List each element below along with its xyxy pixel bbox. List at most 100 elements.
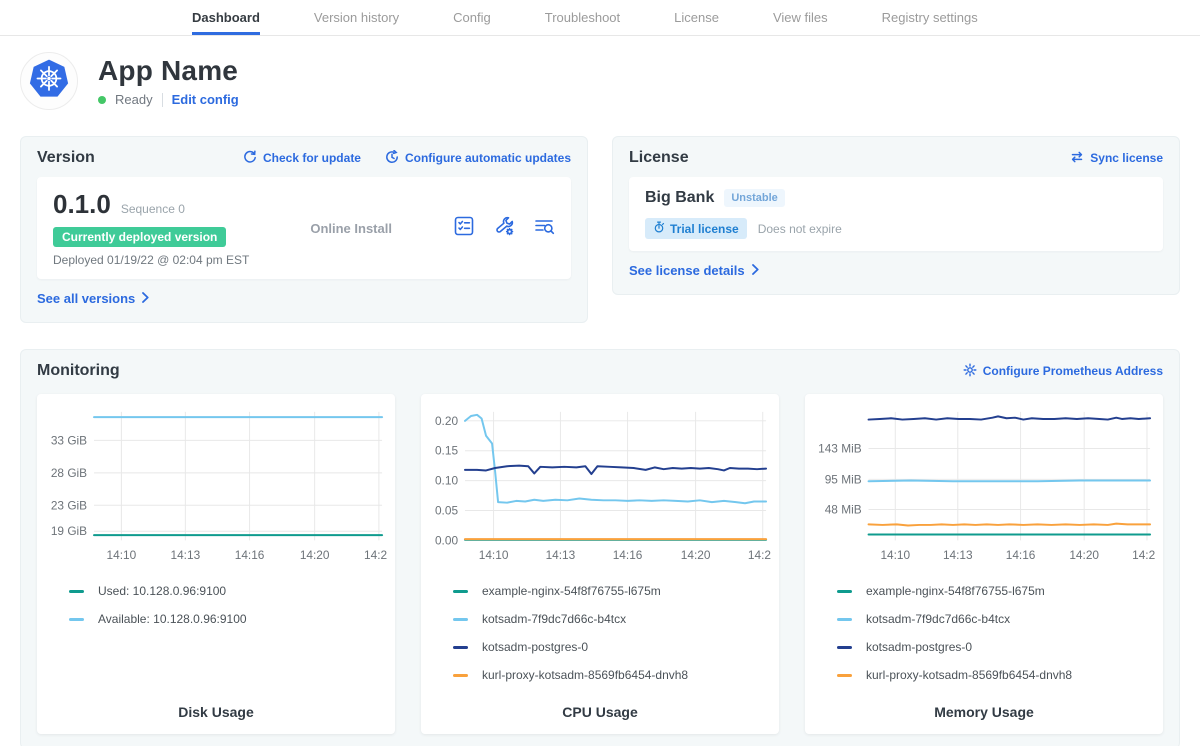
svg-text:95 MiB: 95 MiB bbox=[825, 472, 862, 486]
svg-text:14:20: 14:20 bbox=[300, 548, 330, 562]
tab-version-history[interactable]: Version history bbox=[314, 0, 399, 35]
sync-license-label: Sync license bbox=[1090, 151, 1163, 165]
svg-text:33 GiB: 33 GiB bbox=[51, 433, 87, 447]
expiration-text: Does not expire bbox=[758, 222, 842, 236]
tab-view-files[interactable]: View files bbox=[773, 0, 828, 35]
disk-usage-plot: 14:1014:1314:1614:2014:2333 GiB28 GiB23 … bbox=[45, 402, 387, 567]
sequence-label: Sequence 0 bbox=[121, 202, 185, 216]
refresh-icon bbox=[243, 150, 257, 167]
view-logs-icon[interactable] bbox=[533, 215, 555, 242]
svg-text:14:10: 14:10 bbox=[479, 548, 509, 562]
top-nav: Dashboard Version history Config Trouble… bbox=[0, 0, 1200, 36]
svg-text:0.00: 0.00 bbox=[435, 533, 458, 547]
svg-text:14:16: 14:16 bbox=[235, 548, 265, 562]
app-header: App Name Ready Edit config bbox=[20, 52, 1180, 110]
trial-license-badge: Trial license bbox=[645, 218, 747, 239]
app-logo bbox=[20, 52, 78, 110]
version-card-title: Version bbox=[37, 149, 95, 167]
deployed-timestamp: Deployed 01/19/22 @ 02:04 pm EST bbox=[53, 253, 249, 267]
memory-usage-legend: example-nginx-54f8f76755-l675m kotsadm-7f… bbox=[813, 577, 1155, 689]
divider bbox=[162, 93, 163, 107]
edit-config-link[interactable]: Edit config bbox=[172, 92, 239, 107]
disk-chart-svg: 14:1014:1314:1614:2014:2333 GiB28 GiB23 … bbox=[45, 402, 387, 567]
deployed-badge: Currently deployed version bbox=[53, 227, 226, 247]
status-text: Ready bbox=[115, 92, 153, 107]
legend-label: example-nginx-54f8f76755-l675m bbox=[866, 584, 1045, 598]
see-license-details-link[interactable]: See license details bbox=[629, 263, 759, 278]
configure-prometheus-label: Configure Prometheus Address bbox=[983, 364, 1163, 378]
stopwatch-icon bbox=[653, 221, 665, 236]
license-card-title: License bbox=[629, 149, 689, 167]
sync-license-link[interactable]: Sync license bbox=[1070, 150, 1163, 167]
legend-swatch bbox=[837, 646, 852, 649]
legend-item: Available: 10.128.0.96:9100 bbox=[69, 605, 387, 633]
legend-label: kurl-proxy-kotsadm-8569fb6454-dnvh8 bbox=[866, 668, 1072, 682]
svg-text:14:13: 14:13 bbox=[546, 548, 576, 562]
svg-text:143 MiB: 143 MiB bbox=[818, 441, 862, 455]
legend-label: Available: 10.128.0.96:9100 bbox=[98, 612, 247, 626]
legend-swatch bbox=[69, 618, 84, 621]
chevron-right-icon bbox=[752, 263, 759, 278]
cpu-usage-chart-card: 14:1014:1314:1614:2014:230.200.150.100.0… bbox=[421, 394, 779, 734]
tab-license[interactable]: License bbox=[674, 0, 719, 35]
page-title: App Name bbox=[98, 55, 239, 87]
legend-item: kurl-proxy-kotsadm-8569fb6454-dnvh8 bbox=[453, 661, 771, 689]
legend-item: kotsadm-postgres-0 bbox=[453, 633, 771, 661]
legend-label: kotsadm-7f9dc7d66c-b4tcx bbox=[482, 612, 626, 626]
customer-name: Big Bank bbox=[645, 189, 714, 207]
tab-troubleshoot[interactable]: Troubleshoot bbox=[545, 0, 620, 35]
version-card: Version Check for update bbox=[20, 136, 588, 323]
license-card: License Sync license Big Bank Unstable bbox=[612, 136, 1180, 295]
preflight-checklist-icon[interactable] bbox=[453, 215, 475, 242]
legend-item: example-nginx-54f8f76755-l675m bbox=[453, 577, 771, 605]
see-license-details-label: See license details bbox=[629, 263, 745, 278]
memory-chart-svg: 14:1014:1314:1614:2014:23143 MiB95 MiB48… bbox=[813, 402, 1155, 567]
see-all-versions-link[interactable]: See all versions bbox=[37, 291, 149, 306]
legend-swatch bbox=[453, 590, 468, 593]
chevron-right-icon bbox=[142, 291, 149, 306]
legend-item: kotsadm-7f9dc7d66c-b4tcx bbox=[837, 605, 1155, 633]
legend-label: kotsadm-postgres-0 bbox=[866, 640, 972, 654]
svg-text:0.05: 0.05 bbox=[435, 503, 458, 517]
current-version-box: 0.1.0 Sequence 0 Currently deployed vers… bbox=[37, 177, 571, 279]
configure-prometheus-link[interactable]: Configure Prometheus Address bbox=[963, 363, 1163, 380]
cpu-usage-plot: 14:1014:1314:1614:2014:230.200.150.100.0… bbox=[429, 402, 771, 567]
check-for-update-label: Check for update bbox=[263, 151, 361, 165]
check-for-update-link[interactable]: Check for update bbox=[243, 150, 361, 167]
tab-dashboard[interactable]: Dashboard bbox=[192, 0, 260, 35]
sync-icon bbox=[1070, 150, 1084, 167]
configure-auto-updates-link[interactable]: Configure automatic updates bbox=[385, 150, 571, 167]
schedule-icon bbox=[385, 150, 399, 167]
legend-item: kotsadm-postgres-0 bbox=[837, 633, 1155, 661]
svg-text:19 GiB: 19 GiB bbox=[51, 524, 87, 538]
svg-text:14:13: 14:13 bbox=[943, 548, 973, 562]
cpu-usage-title: CPU Usage bbox=[429, 694, 771, 720]
svg-text:0.20: 0.20 bbox=[435, 414, 458, 428]
svg-text:14:10: 14:10 bbox=[107, 548, 137, 562]
svg-text:23 GiB: 23 GiB bbox=[51, 498, 87, 512]
svg-text:14:23: 14:23 bbox=[364, 548, 387, 562]
legend-swatch bbox=[453, 618, 468, 621]
version-number: 0.1.0 bbox=[53, 189, 111, 220]
disk-usage-legend: Used: 10.128.0.96:9100 Available: 10.128.… bbox=[45, 577, 387, 633]
config-wrench-icon[interactable] bbox=[493, 215, 515, 242]
svg-text:28 GiB: 28 GiB bbox=[51, 466, 87, 480]
legend-item: Used: 10.128.0.96:9100 bbox=[69, 577, 387, 605]
svg-text:14:23: 14:23 bbox=[748, 548, 771, 562]
memory-usage-title: Memory Usage bbox=[813, 694, 1155, 720]
tab-registry-settings[interactable]: Registry settings bbox=[882, 0, 978, 35]
install-type-label: Online Install bbox=[249, 221, 453, 236]
memory-usage-chart-card: 14:1014:1314:1614:2014:23143 MiB95 MiB48… bbox=[805, 394, 1163, 734]
gear-icon bbox=[963, 363, 977, 380]
memory-usage-plot: 14:1014:1314:1614:2014:23143 MiB95 MiB48… bbox=[813, 402, 1155, 567]
tab-config[interactable]: Config bbox=[453, 0, 491, 35]
svg-text:14:20: 14:20 bbox=[681, 548, 711, 562]
trial-license-label: Trial license bbox=[670, 222, 739, 236]
configure-auto-updates-label: Configure automatic updates bbox=[405, 151, 571, 165]
disk-usage-title: Disk Usage bbox=[45, 694, 387, 720]
monitoring-card: Monitoring Configure Prometheus Address … bbox=[20, 349, 1180, 746]
legend-swatch bbox=[453, 646, 468, 649]
license-details-box: Big Bank Unstable bbox=[629, 177, 1163, 251]
legend-item: example-nginx-54f8f76755-l675m bbox=[837, 577, 1155, 605]
legend-swatch bbox=[837, 590, 852, 593]
